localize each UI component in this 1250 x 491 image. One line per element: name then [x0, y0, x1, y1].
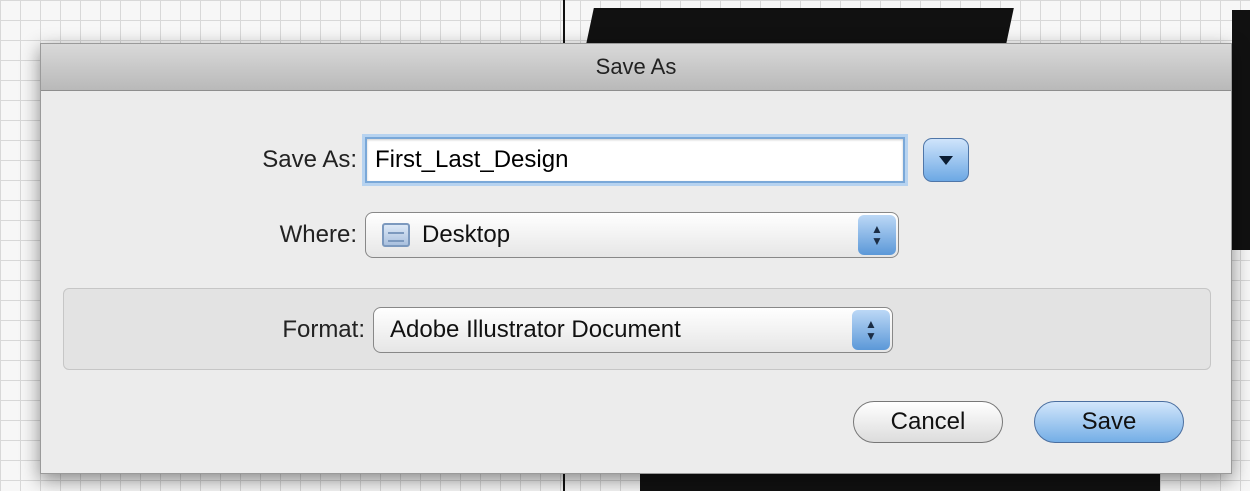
format-label: Format:	[282, 316, 365, 343]
dialog-titlebar: Save As	[41, 44, 1231, 91]
artwork-shape-bottom	[640, 472, 1160, 491]
format-popup[interactable]: Adobe Illustrator Document ▲ ▼	[373, 307, 893, 353]
where-value: Desktop	[422, 221, 511, 248]
where-label: Where:	[279, 221, 357, 248]
format-value: Adobe Illustrator Document	[390, 316, 681, 343]
up-down-arrows-icon: ▲ ▼	[858, 215, 896, 255]
expand-dialog-button[interactable]	[923, 138, 969, 182]
artwork-shape-top	[586, 8, 1014, 44]
filename-input[interactable]: First_Last_Design	[365, 137, 905, 183]
where-popup[interactable]: Desktop ▲ ▼	[365, 212, 899, 258]
save-as-row: Save As: First_Last_Design	[41, 135, 969, 185]
format-row: Format: Adobe Illustrator Document ▲ ▼	[41, 305, 893, 355]
dialog-title: Save As	[595, 54, 677, 79]
artwork-shape-right	[1232, 10, 1250, 250]
cancel-button[interactable]: Cancel	[853, 401, 1003, 443]
up-down-arrows-icon: ▲ ▼	[852, 310, 890, 350]
where-row: Where: Desktop ▲ ▼	[41, 210, 899, 260]
save-button[interactable]: Save	[1034, 401, 1184, 443]
folder-icon	[382, 223, 410, 247]
save-as-dialog: Save As Save As: First_Last_Design Where…	[40, 43, 1232, 474]
save-as-label: Save As:	[262, 146, 357, 173]
chevron-down-icon	[939, 156, 953, 165]
